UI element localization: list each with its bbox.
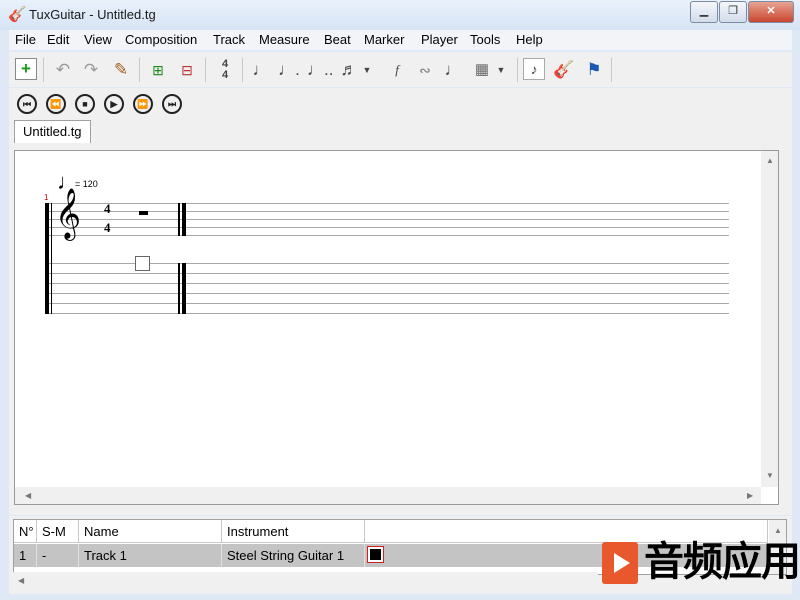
chord-dropdown-icon[interactable]: ▼	[495, 58, 507, 82]
tuplet-dropdown-icon[interactable]: ▼	[361, 58, 373, 82]
tuplet-icon[interactable]: ♬	[337, 58, 361, 82]
menu-beat[interactable]: Beat	[324, 32, 351, 47]
table-scroll-up-icon[interactable]: ▲	[774, 526, 782, 535]
minimize-button[interactable]: ▁	[690, 1, 718, 23]
first-icon[interactable]: ⏮	[17, 94, 37, 114]
watermark-text: 音频应用	[644, 539, 800, 585]
tie-icon[interactable]: ♩	[441, 58, 465, 82]
scroll-down-icon[interactable]: ▼	[766, 471, 774, 480]
quarter-note-icon[interactable]: ♩	[249, 58, 273, 82]
tab-untitled[interactable]: Untitled.tg	[14, 120, 91, 144]
horizontal-scrollbar[interactable]: ◀ ▶	[15, 487, 761, 504]
double-dotted-note-icon[interactable]: ♩..	[307, 58, 333, 82]
dynamics-icon[interactable]: f	[385, 58, 409, 82]
track-solo-mute[interactable]: -	[37, 544, 79, 567]
vertical-scrollbar[interactable]: ▲ ▼	[761, 151, 778, 487]
track-color-swatch	[370, 549, 381, 560]
score-canvas[interactable]: ♩ = 120 1 𝄞 4 4 ▲ ▼ ◀ ▶	[14, 150, 779, 505]
undo-icon[interactable]: ↶	[51, 58, 75, 82]
window-title: TuxGuitar - Untitled.tg	[29, 7, 156, 22]
measure-number: 1	[44, 193, 49, 202]
add-measure-icon[interactable]: ⊞	[146, 58, 170, 82]
chord-icon[interactable]: ▦	[470, 58, 494, 82]
remove-measure-icon[interactable]: ⊟	[175, 58, 199, 82]
minimize-icon: ▁	[699, 5, 709, 17]
dotted-note-icon[interactable]: ♩.	[277, 58, 301, 82]
table-horizontal-scrollbar[interactable]: ◀	[13, 572, 598, 589]
edit-mode-icon[interactable]: ✎	[109, 58, 133, 82]
app-icon: 🎸	[8, 6, 27, 23]
note-view-icon[interactable]: ♪	[523, 58, 545, 80]
track-measure-cell[interactable]	[367, 546, 384, 563]
menu-player[interactable]: Player	[421, 32, 458, 47]
transport-bar: ⏮ ⏪ ■ ▶ ⏩ ⏭	[9, 88, 792, 121]
marker-flag-icon[interactable]: ⚑	[582, 58, 606, 82]
menu-view[interactable]: View	[84, 32, 112, 47]
new-file-icon[interactable]: +	[15, 58, 37, 80]
track-number[interactable]: 1	[14, 544, 37, 567]
menu-measure[interactable]: Measure	[259, 32, 310, 47]
header-instrument[interactable]: Instrument	[222, 520, 365, 543]
stop-icon[interactable]: ■	[75, 94, 95, 114]
time-signature-bottom: 4	[104, 220, 111, 235]
maximize-button[interactable]: ❐	[719, 1, 747, 23]
menu-track[interactable]: Track	[213, 32, 245, 47]
close-button[interactable]: ✕	[748, 1, 794, 23]
close-icon: ✕	[766, 5, 776, 17]
menu-file[interactable]: File	[15, 32, 36, 47]
time-signature-top: 4	[104, 201, 111, 216]
previous-icon[interactable]: ⏪	[46, 94, 66, 114]
header-solo-mute[interactable]: S-M	[37, 520, 79, 543]
tab-cursor[interactable]	[135, 256, 150, 271]
track-instrument[interactable]: Steel String Guitar 1	[222, 544, 365, 567]
title-bar: 🎸 TuxGuitar - Untitled.tg ▁ ❐ ✕	[0, 0, 800, 30]
redo-icon[interactable]: ↷	[79, 58, 103, 82]
maximize-icon: ❐	[728, 5, 738, 17]
scroll-left-icon[interactable]: ◀	[25, 491, 31, 500]
start-barline	[45, 203, 49, 314]
end-barline	[178, 203, 180, 236]
table-scroll-left-icon[interactable]: ◀	[18, 576, 24, 585]
tab-bar: Untitled.tg	[9, 118, 792, 144]
treble-clef-icon: 𝄞	[55, 188, 82, 239]
play-icon[interactable]: ▶	[104, 94, 124, 114]
menu-edit[interactable]: Edit	[47, 32, 69, 47]
effects-icon[interactable]: ∾	[413, 58, 437, 82]
last-icon[interactable]: ⏭	[162, 94, 182, 114]
menu-composition[interactable]: Composition	[125, 32, 197, 47]
menu-bar: File Edit View Composition Track Measure…	[9, 30, 792, 50]
fretboard-icon[interactable]: 🎸	[552, 58, 576, 82]
toolbar: + ↶ ↷ ✎ ⊞ ⊟ 44 ♩ ♩. ♩.. ♬ ▼ f ∾ ♩ ▦ ▼ ♪ …	[9, 52, 792, 87]
scroll-up-icon[interactable]: ▲	[766, 156, 774, 165]
time-signature-icon[interactable]: 44	[213, 58, 237, 83]
watermark-logo: 音频应用	[600, 538, 800, 588]
header-number[interactable]: N°	[14, 520, 37, 543]
header-name[interactable]: Name	[79, 520, 222, 543]
next-icon[interactable]: ⏩	[133, 94, 153, 114]
play-logo-icon	[602, 542, 638, 584]
scroll-right-icon[interactable]: ▶	[747, 491, 753, 500]
whole-rest	[139, 211, 148, 215]
track-name[interactable]: Track 1	[79, 544, 222, 567]
menu-tools[interactable]: Tools	[470, 32, 500, 47]
menu-marker[interactable]: Marker	[364, 32, 404, 47]
menu-help[interactable]: Help	[516, 32, 543, 47]
